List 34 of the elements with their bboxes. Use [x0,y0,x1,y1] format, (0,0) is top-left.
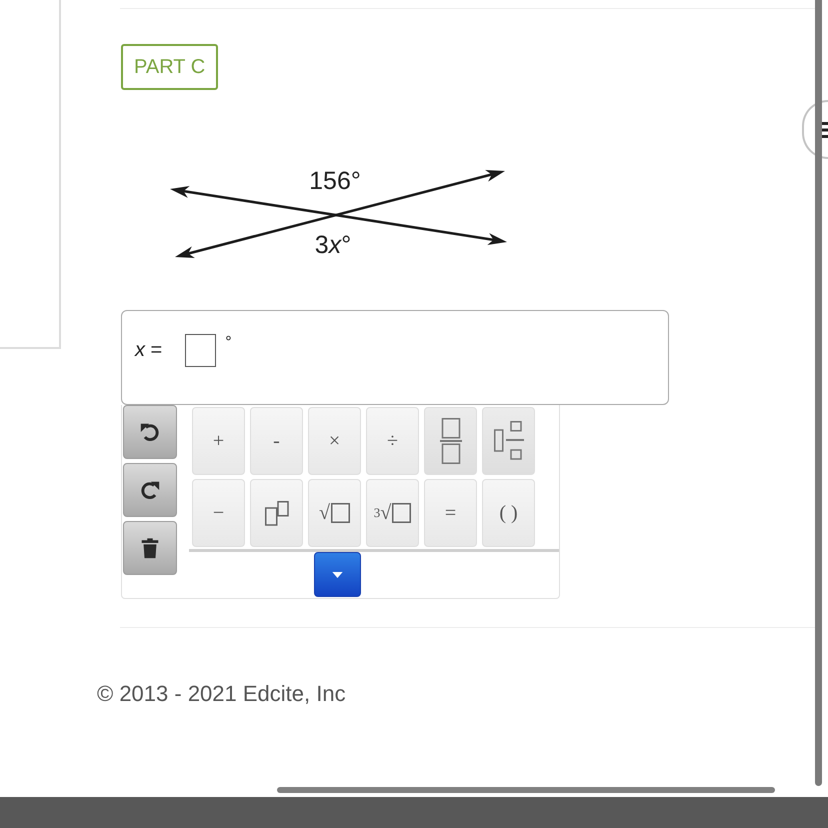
mixed-fraction-key[interactable] [482,407,535,475]
symbol-key[interactable]: ( ) [482,479,535,547]
part-label: PART C [121,44,218,90]
undo-button[interactable] [123,405,177,459]
redo-button[interactable] [123,463,177,517]
symbol-key[interactable]: = [424,479,477,547]
trash-icon [139,537,161,559]
equation-label: x = [135,338,162,363]
horizontal-scrollbar[interactable] [277,787,775,793]
exponent-key[interactable] [250,479,303,547]
undo-icon [139,421,161,443]
exponent-icon [264,500,288,526]
symbol-key[interactable]: − [192,479,245,547]
fraction-key[interactable] [424,407,477,475]
answer-box[interactable] [185,334,216,367]
empty-box-icon [392,503,412,523]
angle-label: 3x° [314,230,352,260]
empty-box-icon [330,503,350,523]
symbol-key[interactable]: + [192,407,245,475]
mixed-fraction-icon [494,421,524,461]
collapse-button[interactable] [314,552,361,597]
angle-label: 156° [309,166,361,196]
delete-button[interactable] [123,521,177,575]
degree-unit: ° [225,334,232,352]
symbol-key[interactable]: - [250,407,303,475]
menu-icon [822,122,828,138]
symbol-key[interactable]: ÷ [366,407,419,475]
caret-down-icon [332,572,343,578]
root-key[interactable]: √ [308,479,361,547]
symbol-key[interactable]: × [308,407,361,475]
vertical-scrollbar[interactable] [815,0,822,786]
copyright-text: © 2013 - 2021 Edcite, Inc [96,681,347,707]
fraction-icon [440,418,462,464]
redo-icon [139,479,161,501]
